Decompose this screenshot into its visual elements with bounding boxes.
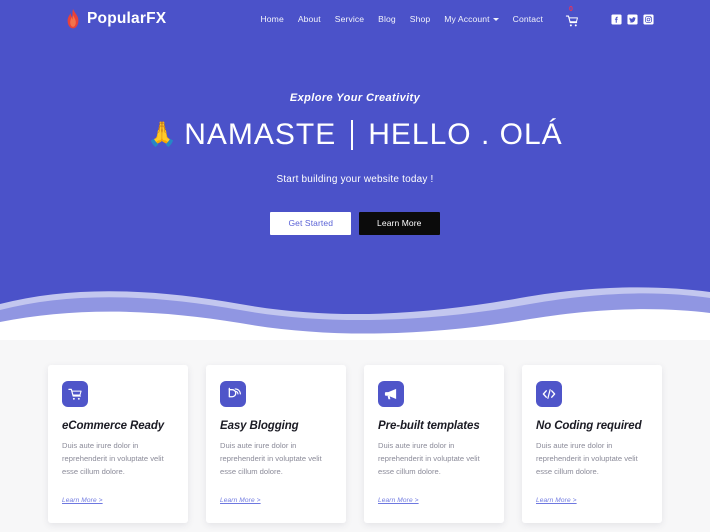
card-icon-tile	[220, 381, 246, 407]
card-learn-more-link[interactable]: Learn More >	[536, 497, 577, 504]
navbar: PopularFX Home About Service Blog Shop M…	[0, 0, 710, 38]
card-title: Easy Blogging	[220, 420, 299, 432]
twitter-icon[interactable]	[627, 13, 638, 25]
headline-divider	[351, 120, 354, 150]
chevron-down-icon	[492, 17, 499, 21]
card-learn-more-link[interactable]: Learn More >	[62, 497, 103, 504]
get-started-button[interactable]: Get Started	[270, 212, 352, 235]
card-title: No Coding required	[536, 420, 642, 432]
feature-card[interactable]: No Coding required Duis aute irure dolor…	[522, 365, 662, 524]
hero-headline: 🙏 NAMASTE HELLO . OLÁ	[0, 118, 710, 152]
code-icon	[542, 389, 556, 399]
hero-headline-left: NAMASTE	[184, 118, 337, 151]
hero-content: Explore Your Creativity 🙏 NAMASTE HELLO …	[0, 92, 710, 235]
card-body: Duis aute irure dolor in reprehenderit i…	[536, 441, 638, 477]
landing-page: PopularFX Home About Service Blog Shop M…	[0, 0, 710, 532]
praying-hands-icon: 🙏	[147, 121, 179, 148]
feature-card[interactable]: eCommerce Ready Duis aute irure dolor in…	[48, 365, 188, 524]
learn-more-button[interactable]: Learn More	[359, 212, 440, 235]
nav-link-my-account-label[interactable]: My Account	[444, 14, 489, 24]
nav-link-shop[interactable]: Shop	[410, 14, 430, 24]
nav-link-about[interactable]: About	[298, 14, 321, 24]
megaphone-icon	[384, 388, 397, 400]
card-icon-tile	[378, 381, 404, 407]
card-body: Duis aute irure dolor in reprehenderit i…	[220, 441, 322, 477]
card-icon-tile	[62, 381, 88, 407]
hero-section: PopularFX Home About Service Blog Shop M…	[0, 0, 710, 340]
feature-cards: eCommerce Ready Duis aute irure dolor in…	[0, 365, 710, 524]
nav-link-blog[interactable]: Blog	[378, 14, 396, 24]
nav-link-contact[interactable]: Contact	[513, 14, 543, 24]
wave-shapes	[0, 287, 710, 340]
social-links	[611, 13, 654, 25]
nav-links: Home About Service Blog Shop My Account …	[261, 6, 655, 29]
hero-cta-row: Get Started Learn More	[0, 212, 710, 235]
facebook-icon[interactable]	[611, 13, 622, 25]
hero-headline-right: HELLO . OLÁ	[368, 118, 563, 151]
card-title: eCommerce Ready	[62, 420, 165, 432]
feature-card[interactable]: Pre-built templates Duis aute irure dolo…	[364, 365, 504, 524]
card-title: Pre-built templates	[378, 420, 480, 432]
instagram-icon[interactable]	[643, 13, 654, 25]
shopping-cart-icon	[68, 388, 82, 400]
card-learn-more-link[interactable]: Learn More >	[220, 497, 261, 504]
blogger-icon	[228, 387, 241, 398]
cart-badge: 0	[569, 6, 573, 13]
nav-link-home[interactable]: Home	[261, 14, 284, 24]
nav-link-my-account[interactable]: My Account	[444, 14, 499, 24]
nav-link-service[interactable]: Service	[335, 14, 364, 24]
shopping-cart-icon	[565, 15, 578, 27]
wave-divider	[0, 270, 710, 340]
card-icon-tile	[536, 381, 562, 407]
card-learn-more-link[interactable]: Learn More >	[378, 497, 419, 504]
brand-name: PopularFX	[87, 10, 167, 27]
card-body: Duis aute irure dolor in reprehenderit i…	[62, 441, 164, 477]
card-body: Duis aute irure dolor in reprehenderit i…	[378, 441, 480, 477]
hero-kicker: Explore Your Creativity	[289, 92, 421, 104]
cart-button[interactable]: 0	[565, 6, 579, 29]
feature-card[interactable]: Easy Blogging Duis aute irure dolor in r…	[206, 365, 346, 524]
brand-logo[interactable]: PopularFX	[66, 9, 166, 29]
hero-subline: Start building your website today !	[276, 174, 434, 185]
flame-icon	[67, 9, 79, 29]
